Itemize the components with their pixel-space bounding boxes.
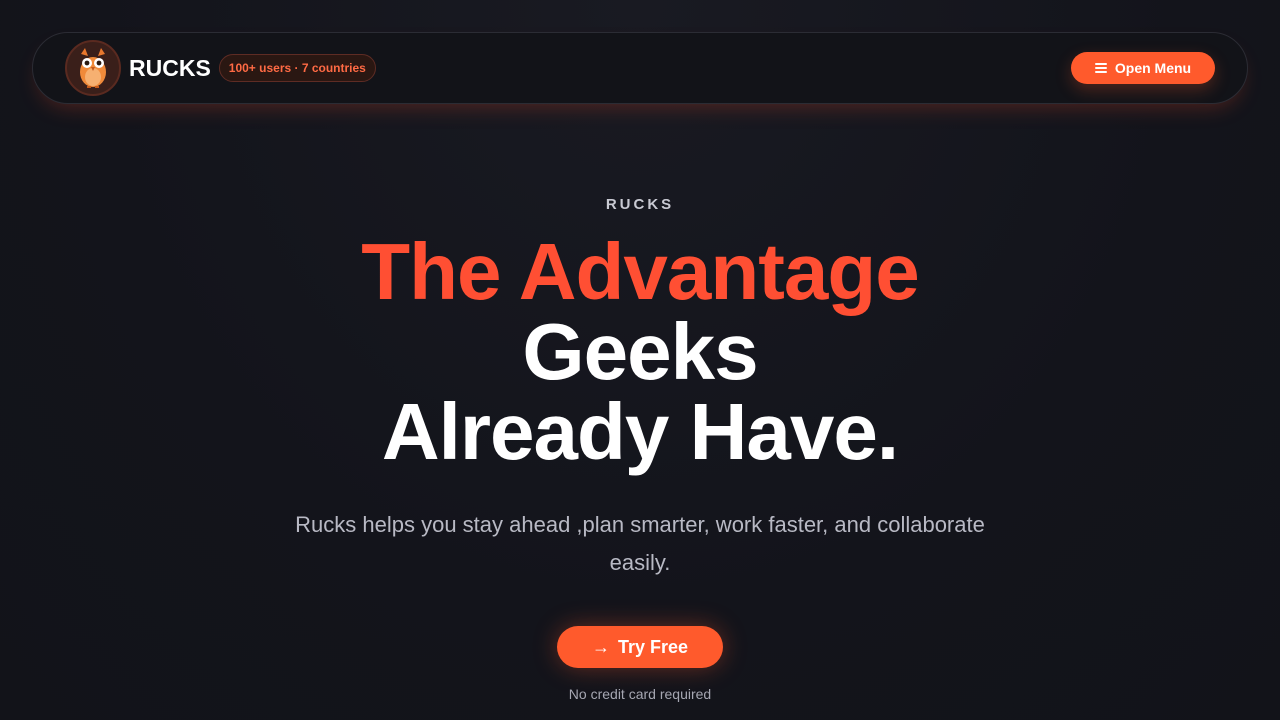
hamburger-icon <box>1094 63 1107 73</box>
hero-eyebrow: RUCKS <box>605 196 675 213</box>
try-free-label: Try Free <box>617 636 689 657</box>
brand-name[interactable]: RUCKS <box>129 55 211 82</box>
arrow-right-icon: → <box>591 636 610 657</box>
top-navbar: RUCKS 100+ users · 7 countries Open Menu <box>32 32 1248 104</box>
headline-line-3: Already Have. <box>381 387 899 476</box>
user-stats-badge: 100+ users · 7 countries <box>218 54 376 82</box>
open-menu-label: Open Menu <box>1114 60 1192 76</box>
try-free-button[interactable]: → Try Free <box>557 626 723 668</box>
hero-subtitle: Rucks helps you stay ahead ,plan smarter… <box>295 512 985 575</box>
no-credit-card-note: No credit card required <box>568 686 712 702</box>
headline-line-1: The Advantage <box>361 227 919 316</box>
headline-line-2: Geeks <box>522 307 758 396</box>
open-menu-button[interactable]: Open Menu <box>1071 52 1215 84</box>
owl-logo-icon[interactable] <box>65 40 121 96</box>
